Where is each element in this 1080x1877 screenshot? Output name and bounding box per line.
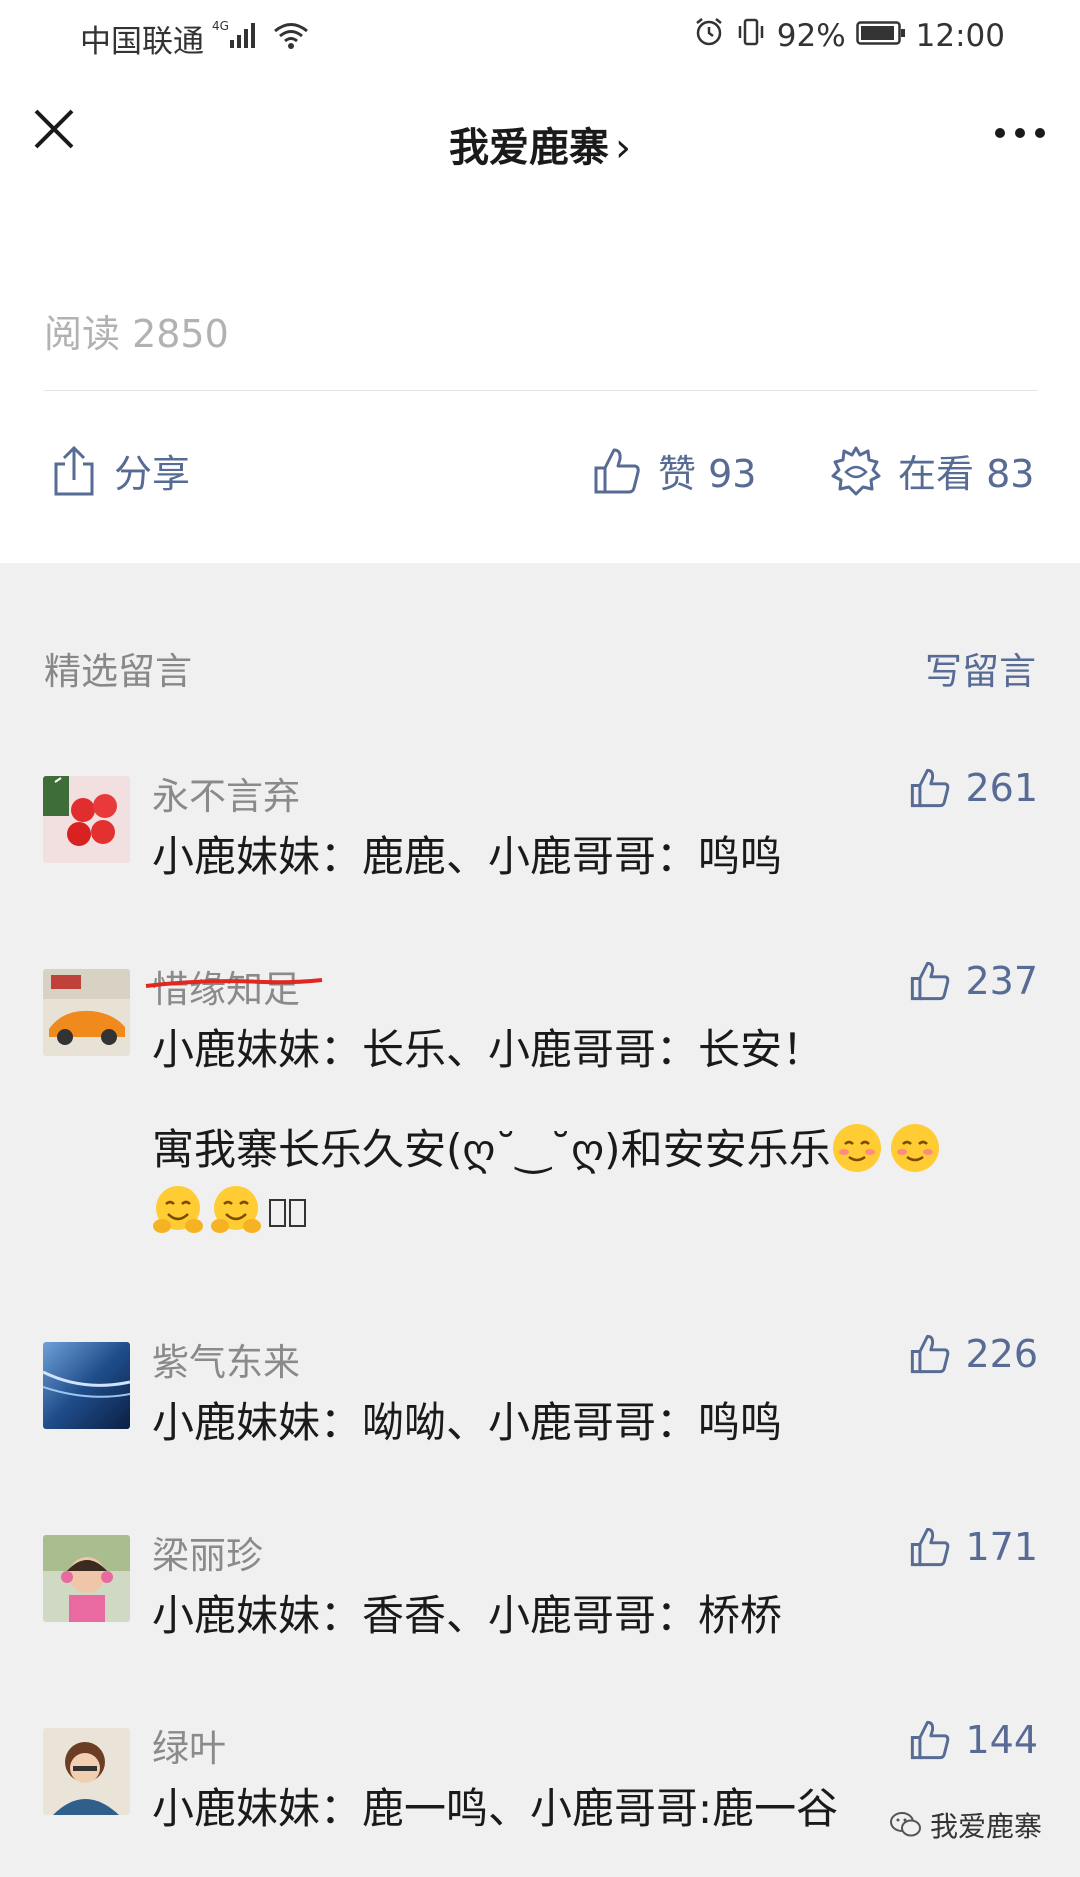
more-dots-icon (995, 128, 1045, 138)
comment-author[interactable]: 绿叶 (152, 1718, 226, 1772)
write-comment-button[interactable]: 写留言 (925, 641, 1036, 695)
comments-header: 精选留言 写留言 (44, 641, 1036, 693)
avatar[interactable] (43, 1728, 130, 1815)
like-button[interactable]: 赞 93 (592, 443, 756, 498)
comments-section: 精选留言 写留言 永不言弃 小鹿妹妹：鹿鹿、小鹿哥哥：鸣鸣 261 惜缘知足 小… (0, 563, 1080, 1877)
chevron-right-icon: › (615, 125, 631, 171)
divider (44, 390, 1038, 391)
watching-button[interactable]: 在看 83 (830, 443, 1034, 498)
comment-like-count: 237 (965, 959, 1038, 1003)
article-footer: 阅读 2850 分享 赞 93 在看 83 (0, 203, 1080, 563)
vibrate-icon (735, 16, 767, 56)
wechat-icon (889, 1811, 922, 1839)
thumbs-up-icon (909, 1526, 951, 1568)
comment-author[interactable]: 紫气东来 (152, 1332, 300, 1386)
thumbs-up-icon (909, 767, 951, 809)
avatar[interactable] (43, 1342, 130, 1429)
alarm-icon (693, 16, 725, 56)
hug-emoji-icon (153, 1186, 203, 1233)
status-right: 92% 12:00 (693, 16, 1005, 56)
watching-icon (830, 445, 882, 497)
nav-bar: 我爱鹿寨 › (0, 75, 1080, 204)
watermark-text: 我爱鹿寨 (929, 1810, 1042, 1843)
share-button[interactable]: 分享 (50, 443, 190, 498)
comment-text: 小鹿妹妹：鹿鹿、小鹿哥哥：鸣鸣 (152, 832, 783, 881)
comment-text: 小鹿妹妹：香香、小鹿哥哥：桥桥 (152, 1591, 783, 1640)
share-icon (50, 444, 98, 498)
status-bar: 中国联通 4G 92% 12:00 (0, 0, 1080, 75)
blush-emoji-icon (832, 1124, 881, 1172)
strikethrough-mark (145, 978, 323, 988)
battery-icon (855, 18, 906, 54)
thumbs-up-icon (909, 1719, 951, 1761)
thumbs-up-icon (592, 446, 642, 496)
comment-like-button[interactable]: 237 (909, 959, 1038, 1003)
wifi-icon (272, 20, 310, 58)
missing-glyph-icon (269, 1199, 306, 1227)
like-count: 赞 93 (658, 452, 757, 496)
avatar[interactable] (43, 969, 130, 1056)
comment-like-count: 144 (965, 1718, 1038, 1762)
read-count: 阅读 2850 (44, 312, 229, 356)
action-row: 分享 赞 93 在看 83 (0, 443, 1080, 513)
carrier-info: 中国联通 4G (80, 16, 310, 61)
comment-like-button[interactable]: 226 (909, 1332, 1038, 1376)
hug-emoji-icon (211, 1186, 261, 1233)
comment-like-count: 261 (965, 766, 1038, 810)
comment-like-button[interactable]: 261 (909, 766, 1038, 810)
comment-like-count: 171 (965, 1525, 1038, 1569)
account-title[interactable]: 我爱鹿寨 › (0, 115, 1080, 173)
comment-extra-text: 寓我寨长乐久安(ღ˘‿˘ღ)和安安乐乐 (152, 1119, 1012, 1243)
comment-text: 小鹿妹妹：鹿一鸣、小鹿哥哥:鹿一谷 (152, 1784, 839, 1833)
comment-text: 小鹿妹妹：呦呦、小鹿哥哥：鸣鸣 (152, 1398, 783, 1447)
signal-icon: 4G (212, 18, 272, 60)
account-name: 我爱鹿寨 (449, 125, 609, 171)
avatar[interactable] (43, 1535, 130, 1622)
share-label: 分享 (114, 452, 191, 496)
more-button[interactable] (990, 123, 1050, 143)
comment-like-button[interactable]: 144 (909, 1718, 1038, 1762)
comment-text: 小鹿妹妹：长乐、小鹿哥哥：长安！ 寓我寨长乐久安(ღ˘‿˘ღ)和安安乐乐 (152, 1019, 1012, 1243)
clock: 12:00 (915, 18, 1005, 54)
comment-like-button[interactable]: 171 (909, 1525, 1038, 1569)
comment-like-count: 226 (965, 1332, 1038, 1376)
thumbs-up-icon (909, 960, 951, 1002)
watching-count: 在看 83 (898, 452, 1035, 496)
battery-percent: 92% (776, 18, 846, 54)
carrier-name: 中国联通 (80, 24, 204, 60)
comment-author[interactable]: 惜缘知足 (145, 959, 323, 1013)
blush-emoji-icon (890, 1124, 939, 1172)
watermark: 我爱鹿寨 (889, 1805, 1042, 1845)
comment-author[interactable]: 永不言弃 (152, 766, 300, 820)
network-type: 4G (212, 19, 229, 33)
comment-author[interactable]: 梁丽珍 (152, 1525, 263, 1579)
featured-comments-title: 精选留言 (44, 650, 192, 693)
avatar[interactable] (43, 776, 130, 863)
thumbs-up-icon (909, 1333, 951, 1375)
